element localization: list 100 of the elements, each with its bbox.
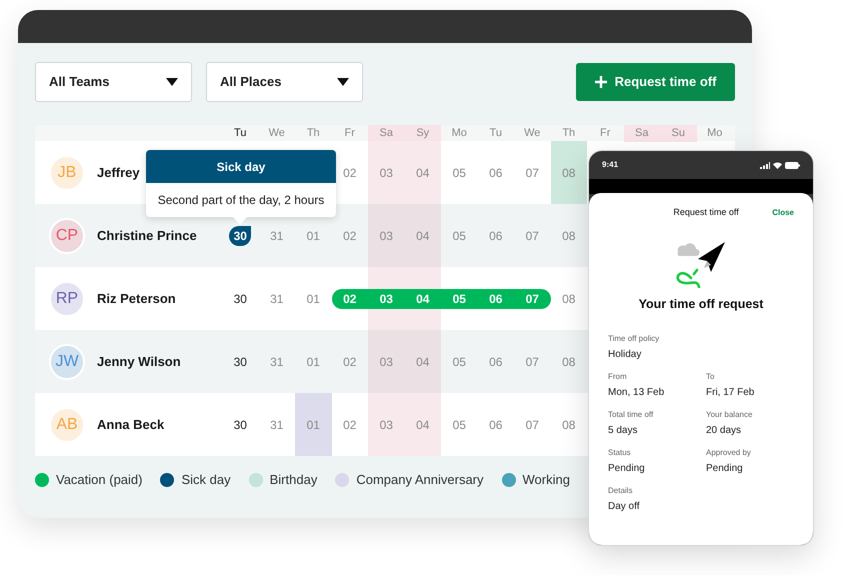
- day-number: 01: [306, 228, 320, 244]
- day-number: 05: [452, 228, 466, 244]
- day-number: 31: [270, 228, 284, 244]
- day-number: 04: [416, 228, 430, 244]
- legend-label: Company Anniversary: [356, 471, 484, 489]
- day-number: 02: [343, 228, 356, 244]
- tooltip-text: Second part of the day, 2 hours: [156, 192, 326, 209]
- sick-day[interactable]: 30: [229, 226, 252, 246]
- day-number: 03: [380, 164, 393, 182]
- field-value: Pending: [706, 462, 743, 476]
- field-value: Holiday: [608, 348, 642, 362]
- day-number: 06: [489, 164, 502, 182]
- field-label: From: [608, 371, 627, 384]
- weekday-header: Mo: [450, 126, 468, 141]
- sheet-title: Request time off: [672, 206, 739, 219]
- sheet-heading: Your time off request: [638, 296, 764, 313]
- day-number: 30: [234, 290, 247, 308]
- legend-label: Vacation (paid): [56, 471, 142, 489]
- day-number: 03: [380, 228, 393, 244]
- field-value: Mon, 13 Feb: [608, 386, 664, 400]
- day-number: 02: [343, 416, 356, 434]
- status-time: 9:41: [602, 159, 618, 171]
- vacation-day[interactable]: 07: [514, 288, 550, 308]
- day-number: 05: [452, 164, 466, 182]
- day-number: 30: [234, 354, 247, 370]
- vacation-day[interactable]: 04: [404, 288, 441, 308]
- vacation-day[interactable]: 06: [478, 288, 514, 308]
- field-label: Time off policy: [608, 333, 660, 346]
- day-number: 05: [452, 416, 466, 434]
- filter-dropdown[interactable]: All Places: [206, 62, 363, 102]
- field-label: Total time off: [608, 409, 654, 422]
- day-number: 08: [562, 416, 576, 434]
- weekday-header: We: [268, 126, 286, 141]
- field-label: Details: [608, 485, 632, 498]
- day-number: 06: [489, 354, 502, 370]
- avatar: AB: [49, 406, 85, 442]
- day-number: 07: [526, 354, 539, 370]
- employee-name: Christine Prince: [97, 226, 197, 245]
- avatar: CP: [49, 218, 85, 254]
- day-number: 30: [234, 416, 247, 434]
- caret-icon: [166, 78, 178, 86]
- day-number: 07: [526, 228, 539, 244]
- employee-name: Jeffrey: [97, 164, 140, 182]
- legend-label: Sick day: [181, 471, 231, 489]
- day-number: 04: [416, 416, 430, 434]
- day-number: 08: [562, 354, 576, 370]
- field-label: Status: [608, 447, 631, 460]
- weekday-header: Tu: [233, 126, 248, 141]
- avatar: JW: [49, 344, 85, 380]
- field-label: Your balance: [706, 409, 752, 422]
- tooltip-title: Sick day: [146, 150, 336, 183]
- vacation-day[interactable]: 03: [368, 288, 404, 308]
- day-number: 07: [526, 164, 539, 182]
- day-number: 05: [452, 354, 466, 370]
- employee-name: Anna Beck: [97, 416, 164, 434]
- day-number: 08: [562, 164, 576, 182]
- avatar: JB: [49, 154, 85, 190]
- weekday-header: Su: [660, 125, 696, 142]
- day-number: 07: [526, 416, 539, 434]
- employee-name: Jenny Wilson: [97, 352, 181, 371]
- day-number: 01: [306, 290, 320, 308]
- day-number: 08: [562, 290, 576, 308]
- employee-name: Riz Peterson: [97, 290, 176, 308]
- field-value: Day off: [608, 500, 640, 514]
- avatar: RP: [49, 280, 85, 316]
- day-number: 02: [343, 164, 356, 182]
- caret-icon: [337, 78, 349, 86]
- day-number: 06: [489, 416, 502, 434]
- weekday-header: Th: [306, 126, 321, 141]
- weekday-header: Fr: [599, 126, 612, 141]
- weekday-header: Sa: [368, 125, 404, 142]
- weekday-header: Fr: [344, 126, 356, 141]
- field-value: Fri, 17 Feb: [706, 386, 754, 400]
- day-number: 03: [380, 416, 393, 434]
- day-number: 01: [306, 354, 320, 370]
- weekday-header: Th: [561, 126, 576, 141]
- weekday-header: Sy: [404, 125, 441, 142]
- close-link[interactable]: Close: [772, 206, 794, 219]
- weekday-header: Mo: [706, 126, 724, 141]
- plus-icon: [594, 76, 607, 88]
- day-number: 31: [270, 354, 284, 370]
- day-number: 04: [416, 164, 430, 182]
- vacation-day[interactable]: 05: [441, 288, 478, 308]
- vacation-day[interactable]: 02: [332, 288, 368, 308]
- filter-dropdown[interactable]: All Teams: [35, 62, 192, 102]
- day-number: 31: [270, 290, 284, 308]
- day-number: 02: [343, 354, 356, 370]
- weekday-header: Sa: [624, 125, 660, 142]
- field-value: 5 days: [608, 424, 638, 438]
- battery-icon: [785, 162, 800, 168]
- signal-icon: [760, 162, 770, 168]
- weekday-header: Tu: [488, 126, 503, 141]
- day-number: 03: [380, 354, 393, 370]
- field-label: To: [706, 371, 714, 384]
- legend-label: Birthday: [270, 471, 318, 489]
- day-number: 08: [562, 228, 576, 244]
- day-number: 01: [306, 416, 320, 434]
- day-number: 31: [270, 416, 284, 434]
- request-time-off-button[interactable]: Request time off: [576, 63, 735, 101]
- paper-plane-drawing: [675, 240, 727, 288]
